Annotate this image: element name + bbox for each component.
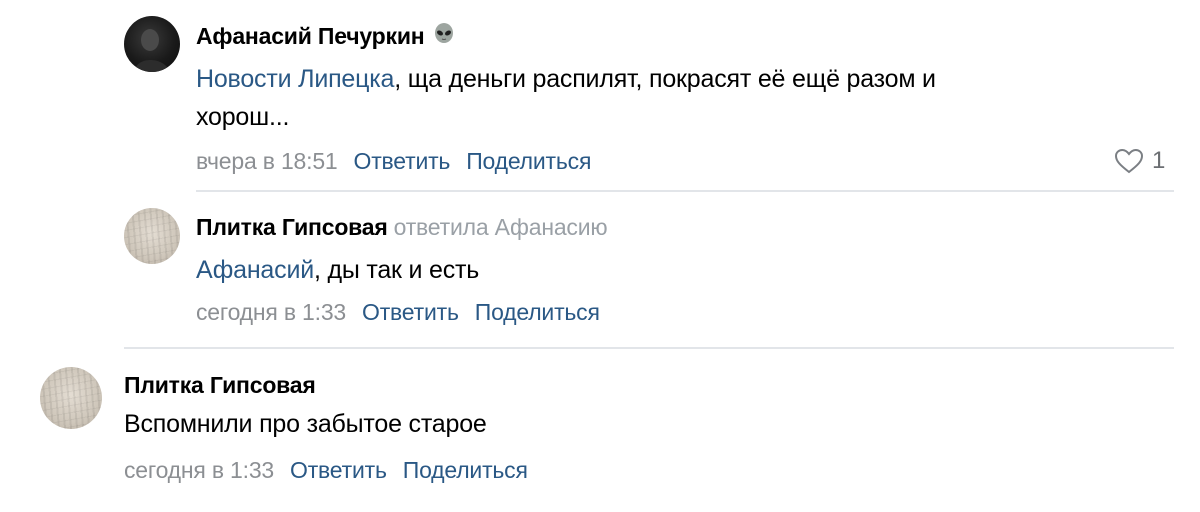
comment-meta: сегодня в 1:33 Ответить Поделиться: [196, 299, 600, 326]
comment-text: Вспомнили про забытое старое: [124, 405, 1024, 443]
like-button[interactable]: 1: [1114, 147, 1165, 175]
author-name-text[interactable]: Плитка Гипсовая: [124, 372, 316, 398]
comment-text-body: , ды так и есть: [313, 256, 480, 284]
avatar[interactable]: [40, 367, 102, 429]
reply-button[interactable]: Ответить: [290, 457, 387, 483]
timestamp[interactable]: сегодня в 1:33: [196, 299, 346, 325]
comments-thread: Афанасий Печуркин Новости Липецка, ща де…: [0, 0, 1200, 512]
author-name-text[interactable]: Афанасий Печуркин: [196, 23, 425, 49]
timestamp[interactable]: вчера в 18:51: [196, 148, 338, 174]
comment-text-line1: , ща деньги распилят, покрасят её ещё ра…: [394, 65, 936, 93]
alien-emoji-icon: [432, 22, 456, 52]
comment-text: Афанасий, ды так и есть: [196, 251, 1116, 289]
share-button[interactable]: Поделиться: [466, 148, 591, 174]
avatar[interactable]: [124, 208, 180, 264]
author-name-text[interactable]: Плитка Гипсовая: [196, 214, 388, 240]
share-button[interactable]: Поделиться: [475, 299, 600, 325]
heart-icon: [1114, 148, 1144, 174]
reply-to-label[interactable]: ответила Афанасию: [394, 214, 608, 240]
comment-text-line2: хорош...: [196, 103, 290, 131]
share-button[interactable]: Поделиться: [403, 457, 528, 483]
divider: [124, 347, 1174, 349]
divider: [196, 190, 1174, 192]
timestamp[interactable]: сегодня в 1:33: [124, 457, 274, 483]
author-name[interactable]: Плитка Гипсовая ответила Афанасию: [196, 214, 608, 241]
comment-meta: вчера в 18:51 Ответить Поделиться: [196, 148, 591, 175]
reply-button[interactable]: Ответить: [354, 148, 451, 174]
mention-link[interactable]: Новости Липецка: [196, 65, 394, 93]
comment-text-body: Вспомнили про забытое старое: [124, 410, 487, 438]
reply-button[interactable]: Ответить: [362, 299, 459, 325]
comment-text: Новости Липецка, ща деньги распилят, пок…: [196, 60, 1116, 136]
avatar-photo: [134, 29, 170, 72]
author-name[interactable]: Афанасий Печуркин: [196, 22, 456, 52]
mention-link[interactable]: Афанасий: [196, 256, 314, 284]
author-name[interactable]: Плитка Гипсовая: [124, 372, 316, 399]
like-count: 1: [1152, 147, 1166, 174]
avatar[interactable]: [124, 16, 180, 72]
comment-meta: сегодня в 1:33 Ответить Поделиться: [124, 457, 528, 484]
